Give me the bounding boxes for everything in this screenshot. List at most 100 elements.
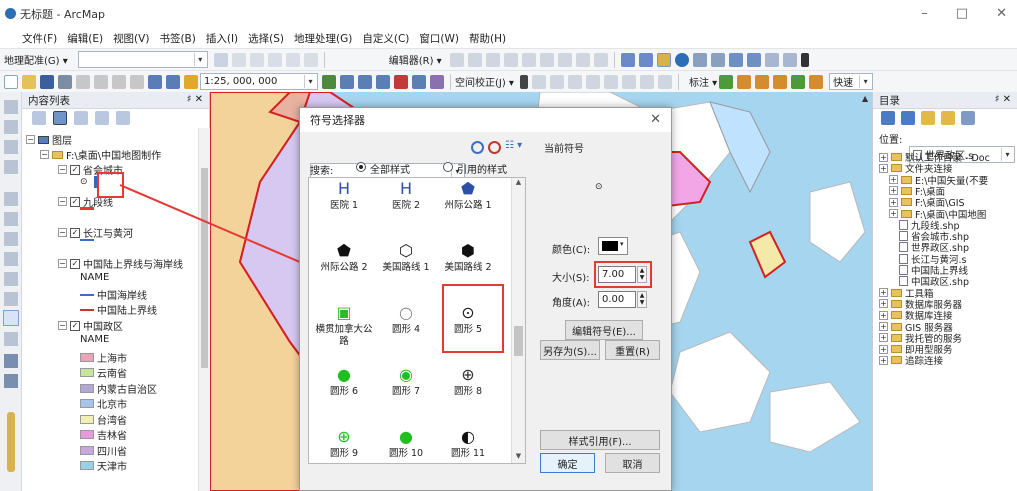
cut-icon[interactable] xyxy=(76,74,90,89)
options-icon[interactable] xyxy=(116,111,130,125)
adjust-tool-icon[interactable] xyxy=(567,74,582,89)
pause-labeling-icon[interactable] xyxy=(791,74,806,89)
toc-row[interactable]: − F:\桌面\中国地图制作 xyxy=(40,147,161,162)
color-picker[interactable]: ▾ xyxy=(598,237,628,255)
expand-toggle-icon[interactable]: + xyxy=(879,344,888,354)
expand-toggle-icon[interactable]: + xyxy=(879,152,888,162)
edit-tool-icon[interactable] xyxy=(539,52,554,67)
select-elements-icon[interactable] xyxy=(800,52,809,67)
edit-tool-icon[interactable] xyxy=(593,52,608,67)
full-extent-icon[interactable] xyxy=(674,52,689,67)
toc-row[interactable]: − ✓ 中国陆上界线与海岸线 xyxy=(58,256,183,271)
spatial-adjust-menu[interactable]: 空间校正(J) ▾ xyxy=(455,74,514,89)
symbol-cell[interactable]: ○ 圆形 4 xyxy=(375,296,437,358)
expand-toggle-icon[interactable]: + xyxy=(879,310,888,320)
tool-icon[interactable] xyxy=(4,232,18,246)
menu-item[interactable]: 地理处理(G) xyxy=(294,31,352,46)
tool-icon[interactable] xyxy=(3,310,19,326)
dock-handle-icon[interactable] xyxy=(7,412,15,472)
expand-toggle-icon[interactable]: + xyxy=(889,209,898,218)
edit-tool-icon[interactable] xyxy=(485,52,500,67)
toc-row[interactable]: 中国海岸线 xyxy=(80,287,147,302)
gallery-scrollbar[interactable]: ▲ ▼ xyxy=(511,178,525,463)
style-references-button[interactable]: 样式引用(F)... xyxy=(540,430,660,450)
adjust-tool-icon[interactable] xyxy=(549,74,564,89)
menu-item[interactable]: 文件(F) xyxy=(22,31,57,46)
radio-all-styles[interactable] xyxy=(356,162,366,172)
tool-icon[interactable] xyxy=(4,272,18,286)
edit-tool-icon[interactable] xyxy=(503,52,518,67)
close-window-button[interactable]: ✕ xyxy=(996,6,1007,21)
expand-toggle-icon[interactable]: + xyxy=(879,288,888,298)
layer-visibility-checkbox[interactable]: ✓ xyxy=(70,196,80,207)
legend-symbol[interactable] xyxy=(80,207,94,210)
legend-symbol[interactable]: ⊙ xyxy=(80,176,97,188)
menu-item[interactable]: 帮助(H) xyxy=(469,31,506,46)
edit-tool-icon[interactable] xyxy=(575,52,590,67)
expand-toggle-icon[interactable]: + xyxy=(889,186,898,196)
menu-item[interactable]: 编辑(E) xyxy=(67,31,103,46)
tool-icon[interactable] xyxy=(4,292,18,306)
toc-row[interactable]: − 图层 xyxy=(26,132,72,147)
expand-toggle-icon[interactable]: − xyxy=(40,150,49,159)
toc-row[interactable]: 四川省 xyxy=(80,443,127,458)
dialog-close-button[interactable]: ✕ xyxy=(650,112,661,127)
toc-row[interactable]: 天津市 xyxy=(80,458,127,473)
tool-icon[interactable] xyxy=(4,252,18,266)
pan-icon[interactable] xyxy=(656,52,671,67)
georef-tool-icon[interactable] xyxy=(213,52,228,67)
edit-tool-icon[interactable] xyxy=(467,52,482,67)
paste-icon[interactable] xyxy=(112,74,126,89)
back-icon[interactable] xyxy=(881,111,895,125)
search-window-icon[interactable] xyxy=(376,74,390,89)
legend-symbol[interactable] xyxy=(80,239,94,241)
toc-pin-close[interactable]: ♯ ✕ xyxy=(187,94,203,105)
adjust-tool-icon[interactable] xyxy=(603,74,618,89)
layer-visibility-checkbox[interactable]: ✓ xyxy=(70,164,80,175)
expand-toggle-icon[interactable]: + xyxy=(879,163,888,173)
zoom-in-icon[interactable] xyxy=(620,52,635,67)
adjust-tool-icon[interactable] xyxy=(531,74,546,89)
symbol-cell[interactable]: ◉ 圆形 7 xyxy=(375,358,437,420)
maximize-button[interactable]: □ xyxy=(956,6,968,21)
new-document-icon[interactable] xyxy=(4,74,18,89)
label-weights-icon[interactable] xyxy=(755,74,770,89)
expand-toggle-icon[interactable]: − xyxy=(58,197,67,206)
ok-button[interactable]: 确定 xyxy=(540,453,595,473)
expand-toggle-icon[interactable]: + xyxy=(879,333,888,343)
list-by-source-icon[interactable] xyxy=(53,111,67,125)
search-options-icon[interactable] xyxy=(488,141,501,154)
toc-window-icon[interactable] xyxy=(340,74,354,89)
undo-icon[interactable] xyxy=(148,74,162,89)
expand-toggle-icon[interactable]: − xyxy=(58,321,67,330)
symbol-cell[interactable]: ⬡ 美国路线 1 xyxy=(375,234,437,296)
menu-item[interactable]: 书签(B) xyxy=(159,31,195,46)
up-folder-icon[interactable] xyxy=(921,111,935,125)
menu-item[interactable]: 视图(V) xyxy=(113,31,149,46)
redo-icon[interactable] xyxy=(166,74,180,89)
expand-toggle-icon[interactable]: + xyxy=(879,299,888,309)
search-icon[interactable] xyxy=(471,141,484,154)
tool-icon[interactable] xyxy=(4,212,18,226)
list-by-selection-icon[interactable] xyxy=(95,111,109,125)
label-manager-icon[interactable] xyxy=(719,74,734,89)
adjust-tool-icon[interactable] xyxy=(621,74,636,89)
expand-toggle-icon[interactable]: − xyxy=(58,259,67,268)
adjust-tool-icon[interactable] xyxy=(639,74,654,89)
toc-row[interactable]: 台湾省 xyxy=(80,412,127,427)
expand-toggle-icon[interactable]: + xyxy=(889,175,898,185)
expand-toggle-icon[interactable]: − xyxy=(58,228,67,237)
symbol-cell[interactable]: H 医院 1 xyxy=(313,178,375,234)
connect-folder-icon[interactable] xyxy=(961,111,975,125)
gallery-scroll-thumb[interactable] xyxy=(514,326,523,356)
expand-toggle-icon[interactable]: + xyxy=(879,355,888,365)
toc-row[interactable]: 上海市 xyxy=(80,350,127,365)
minimize-button[interactable]: – xyxy=(921,6,928,21)
catalog-window-icon[interactable] xyxy=(358,74,372,89)
edit-tool-icon[interactable] xyxy=(449,52,464,67)
edit-tool-icon[interactable] xyxy=(557,52,572,67)
angle-input[interactable]: 0.00 ▲ ▼ xyxy=(598,291,647,308)
label-engine-combo[interactable]: 快速 ▾ xyxy=(829,73,874,90)
lock-labels-icon[interactable] xyxy=(773,74,788,89)
copy-icon[interactable] xyxy=(94,74,108,89)
